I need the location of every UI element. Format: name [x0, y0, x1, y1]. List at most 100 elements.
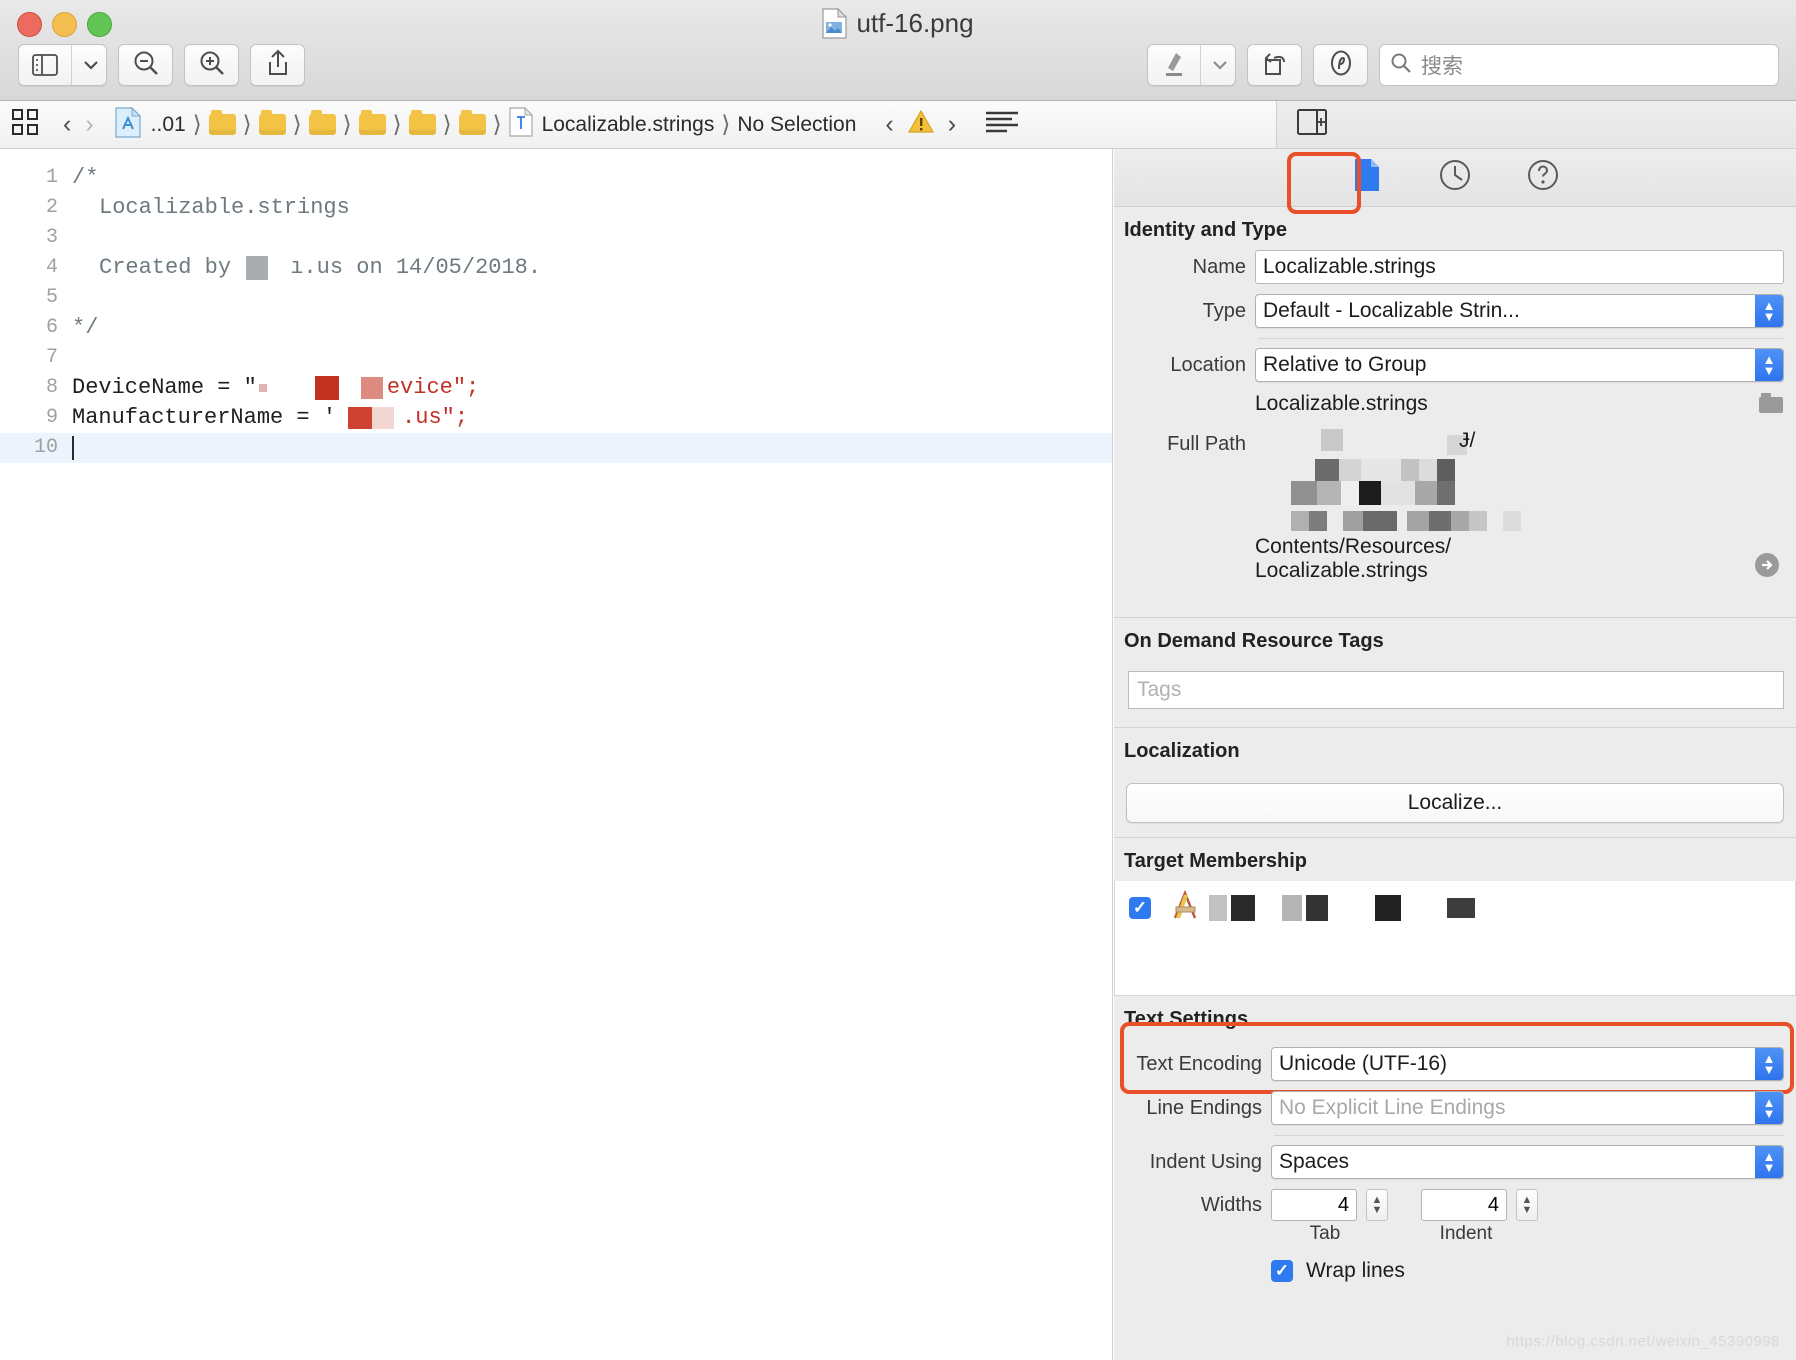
tab-quick-help-inspector[interactable] — [1521, 156, 1565, 200]
sidebar-view-button[interactable] — [18, 44, 107, 86]
indent-width-stepper[interactable]: ▲ ▼ — [1516, 1189, 1538, 1221]
identity-section-title: Identity and Type — [1124, 219, 1287, 241]
redaction-block — [360, 377, 383, 399]
back-button[interactable]: ‹ — [56, 110, 78, 139]
toolbar-right-group: 搜索 — [1147, 44, 1779, 86]
line-number: 5 — [45, 286, 58, 309]
full-path-row: Full Path Ɉ/ — [1114, 429, 1796, 533]
line-number: 10 — [33, 436, 58, 459]
code-line: 9 ManufacturerName = ' .us"; — [0, 403, 1112, 433]
chevron-right-icon: ⟩ — [492, 111, 502, 137]
tab-width-input[interactable]: 4 — [1271, 1189, 1357, 1221]
popup-arrows-icon: ▲ ▼ — [1755, 349, 1783, 381]
window-titlebar: utf-16.png 搜索 — [0, 0, 1796, 101]
issue-next-button[interactable]: › — [941, 110, 963, 139]
redaction-block — [314, 376, 339, 400]
line-text: */ — [72, 315, 99, 340]
name-input[interactable]: Localizable.strings — [1255, 250, 1784, 284]
location-popup-button[interactable]: Relative to Group ▲ ▼ — [1255, 348, 1784, 382]
target-checkbox[interactable]: ✓ — [1129, 896, 1151, 919]
markup-button[interactable] — [1147, 44, 1236, 86]
question-circle-icon — [1527, 159, 1559, 196]
zoom-out-button[interactable] — [118, 44, 173, 86]
location-file-value: Localizable.strings — [1255, 392, 1428, 415]
popup-arrows-icon: ▲ ▼ — [1755, 1146, 1783, 1178]
search-field[interactable]: 搜索 — [1379, 44, 1779, 86]
rotate-icon — [1262, 49, 1288, 82]
text-caret — [72, 436, 74, 460]
issue-prev-button[interactable]: ‹ — [878, 110, 900, 139]
folder-icon[interactable] — [1758, 392, 1784, 419]
wrap-lines-row: ✓ Wrap lines — [1114, 1259, 1796, 1283]
redaction-block — [246, 256, 269, 280]
crumb-project[interactable]: ..01 — [151, 113, 186, 137]
crumb-folder-6[interactable] — [458, 110, 486, 135]
rotate-button[interactable] — [1247, 44, 1302, 86]
localize-button[interactable]: Localize... — [1126, 783, 1784, 823]
search-placeholder: 搜索 — [1421, 55, 1463, 78]
jump-bar: ‹ › ..01 ⟩ ⟩ ⟩ ⟩ ⟩ ⟩ ⟩ Localizable.strin… — [0, 101, 1796, 149]
crumb-selection[interactable]: No Selection — [737, 113, 856, 137]
code-line: 1 /* — [0, 163, 1112, 193]
annotate-button[interactable] — [1313, 44, 1368, 86]
chevron-right-icon: ⟩ — [192, 111, 202, 137]
localization-section-title: Localization — [1124, 740, 1240, 762]
tab-file-inspector[interactable] — [1345, 156, 1389, 200]
text-encoding-popup-button[interactable]: Unicode (UTF-16) ▲ ▼ — [1271, 1047, 1784, 1081]
type-row: Type Default - Localizable Strin... ▲ ▼ — [1114, 294, 1796, 328]
redaction-block — [1361, 459, 1401, 481]
tab-history-inspector[interactable] — [1433, 156, 1477, 200]
file-inspector-panel: Identity and Type Name Localizable.strin… — [1114, 149, 1796, 1360]
toolbar-left-group — [18, 44, 305, 86]
target-membership-section: Target Membership ✓ — [1114, 838, 1796, 996]
wrap-lines-checkbox[interactable]: ✓ — [1271, 1260, 1293, 1282]
target-membership-list[interactable]: ✓ — [1114, 881, 1796, 996]
share-button[interactable] — [250, 44, 305, 86]
line-number: 7 — [45, 346, 58, 369]
chevron-down-icon[interactable] — [1205, 45, 1235, 85]
widths-label: Widths — [1200, 1193, 1262, 1216]
redaction-block — [1451, 511, 1469, 531]
indent-width-input[interactable]: 4 — [1421, 1189, 1507, 1221]
crumb-folder-3[interactable] — [308, 110, 336, 135]
crumb-folder-1[interactable] — [208, 110, 236, 135]
redaction-block — [1341, 481, 1359, 505]
chevron-down-icon[interactable] — [76, 45, 106, 85]
panel-right-icon[interactable] — [1297, 109, 1327, 140]
line-endings-label: Line Endings — [1146, 1096, 1262, 1119]
tags-input[interactable]: Tags — [1128, 671, 1784, 709]
text-encoding-value: Unicode (UTF-16) — [1279, 1052, 1448, 1075]
crumb-folder-5[interactable] — [408, 110, 436, 135]
crumb-folder-4[interactable] — [358, 110, 386, 135]
magnifier-minus-icon — [132, 49, 160, 82]
forward-button[interactable]: › — [78, 110, 100, 139]
crumb-file[interactable]: Localizable.strings — [542, 113, 715, 137]
text-settings-section: Text Settings Text Encoding Unicode (UTF… — [1114, 996, 1796, 1283]
redaction-block — [1291, 481, 1317, 505]
indent-using-popup-button[interactable]: Spaces ▲ ▼ — [1271, 1145, 1784, 1179]
warning-triangle-icon[interactable] — [907, 109, 935, 140]
target-membership-section-title: Target Membership — [1124, 850, 1307, 872]
line-text-prefix: Created by — [99, 255, 245, 280]
location-value: Relative to Group — [1263, 353, 1427, 376]
code-editor[interactable]: 1 /* 2 Localizable.strings 3 4 Created b… — [0, 149, 1113, 1360]
type-popup-button[interactable]: Default - Localizable Strin... ▲ ▼ — [1255, 294, 1784, 328]
chevron-right-icon: ⟩ — [242, 111, 252, 137]
redaction-block — [1419, 459, 1437, 481]
odr-section-title: On Demand Resource Tags — [1124, 630, 1384, 652]
tab-width-stepper[interactable]: ▲ ▼ — [1366, 1189, 1388, 1221]
chevron-right-icon: ⟩ — [442, 111, 452, 137]
identity-and-type-section: Identity and Type Name Localizable.strin… — [1114, 207, 1796, 618]
redaction-block — [258, 384, 267, 392]
crumb-folder-2[interactable] — [258, 110, 286, 135]
redaction-block — [1291, 511, 1309, 531]
line-endings-popup-button[interactable]: No Explicit Line Endings ▲ ▼ — [1271, 1091, 1784, 1125]
lines-icon[interactable] — [985, 110, 1019, 139]
line-endings-row: Line Endings No Explicit Line Endings ▲ ▼ — [1114, 1091, 1796, 1125]
arrow-right-circle-icon[interactable] — [1754, 552, 1780, 583]
xcode-screenshot: ‹ › ..01 ⟩ ⟩ ⟩ ⟩ ⟩ ⟩ ⟩ Localizable.strin… — [0, 101, 1796, 1360]
project-icon — [115, 106, 141, 143]
full-path-tail: Ɉ/ — [1459, 429, 1476, 452]
grid-icon[interactable] — [12, 109, 38, 140]
zoom-in-button[interactable] — [184, 44, 239, 86]
